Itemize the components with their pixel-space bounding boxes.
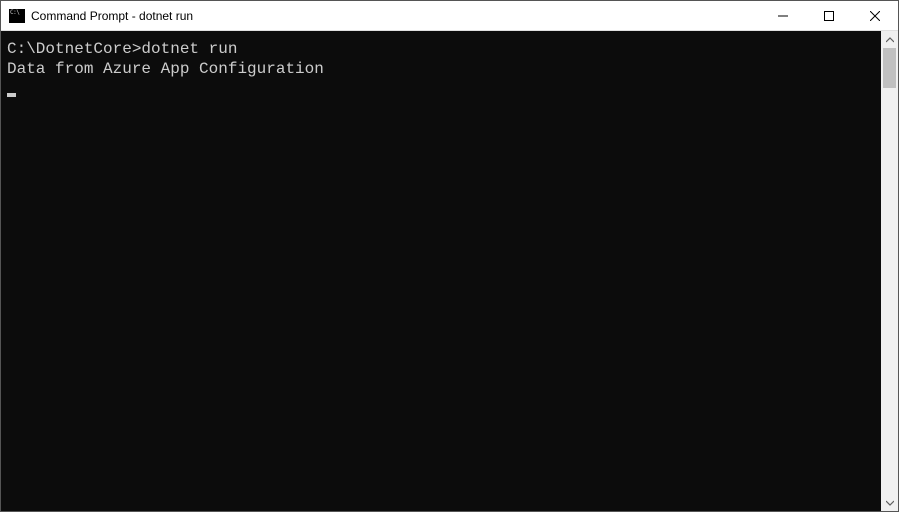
close-icon bbox=[870, 11, 880, 21]
scroll-thumb[interactable] bbox=[883, 48, 896, 88]
minimize-icon bbox=[778, 11, 788, 21]
scroll-down-button[interactable] bbox=[881, 494, 898, 511]
minimize-button[interactable] bbox=[760, 1, 806, 30]
output-line: Data from Azure App Configuration bbox=[7, 59, 875, 79]
chevron-down-icon bbox=[886, 499, 894, 507]
maximize-icon bbox=[824, 11, 834, 21]
cursor bbox=[7, 93, 16, 97]
window-controls bbox=[760, 1, 898, 30]
window-title: Command Prompt - dotnet run bbox=[31, 9, 760, 23]
close-button[interactable] bbox=[852, 1, 898, 30]
titlebar: Command Prompt - dotnet run bbox=[1, 1, 898, 31]
prompt-line: C:\DotnetCore>dotnet run bbox=[7, 39, 875, 59]
chevron-up-icon bbox=[886, 36, 894, 44]
scrollbar[interactable] bbox=[881, 31, 898, 511]
scroll-track[interactable] bbox=[881, 48, 898, 494]
command: dotnet run bbox=[141, 40, 237, 58]
terminal[interactable]: C:\DotnetCore>dotnet runData from Azure … bbox=[1, 31, 881, 511]
prompt: C:\DotnetCore> bbox=[7, 40, 141, 58]
cmd-icon bbox=[9, 9, 25, 23]
terminal-container: C:\DotnetCore>dotnet runData from Azure … bbox=[1, 31, 898, 511]
maximize-button[interactable] bbox=[806, 1, 852, 30]
scroll-up-button[interactable] bbox=[881, 31, 898, 48]
